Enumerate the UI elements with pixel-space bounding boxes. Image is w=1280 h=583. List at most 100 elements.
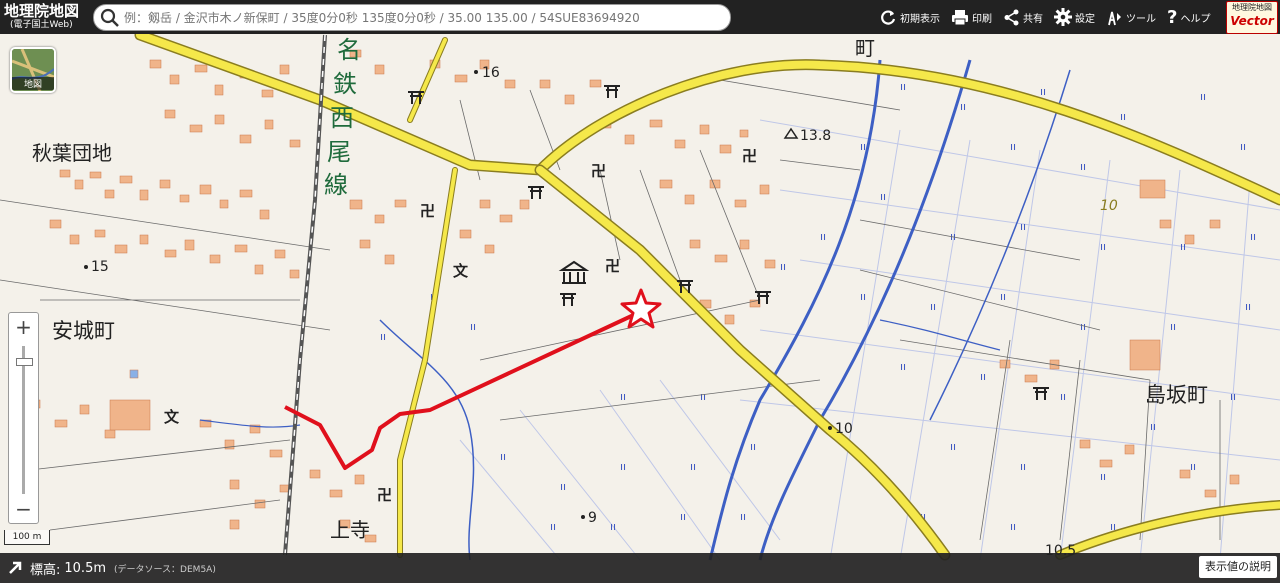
vector-badge-title: 地理院地図 xyxy=(1232,3,1272,12)
zoom-in-button[interactable]: + xyxy=(9,313,38,341)
svg-text:ıı: ıı xyxy=(820,230,826,243)
share-button[interactable]: 共有 xyxy=(1003,9,1043,26)
share-icon xyxy=(1004,9,1019,25)
svg-text:卍: 卍 xyxy=(377,486,392,504)
svg-text:ıı: ıı xyxy=(1245,300,1251,313)
svg-text:ıı: ıı xyxy=(1170,320,1176,333)
spot-height-label: 16 xyxy=(482,65,500,81)
search-input[interactable] xyxy=(121,9,730,26)
value-explanation-button[interactable]: 表示値の説明 xyxy=(1199,556,1277,578)
vector-badge[interactable]: 地理院地図 Vector xyxy=(1226,1,1278,34)
place-label-kamidera: 上寺 xyxy=(330,518,370,542)
svg-text:ıı: ıı xyxy=(610,520,616,533)
svg-text:ıı: ıı xyxy=(860,290,866,303)
toolbar: 初期表示 印刷 共有 設定 ツール ? ヘルプ xyxy=(880,0,1221,34)
search-box xyxy=(93,4,731,31)
svg-text:ıı: ıı xyxy=(900,360,906,373)
svg-text:ıı: ıı xyxy=(1100,470,1106,483)
zoom-out-button[interactable]: − xyxy=(9,495,38,523)
print-label: 印刷 xyxy=(972,13,992,25)
app-subtitle: (電子国土Web) xyxy=(10,20,73,30)
expand-arrow-icon[interactable] xyxy=(8,561,22,575)
app-title: 地理院地図 xyxy=(4,2,80,20)
map-canvas[interactable]: ıı ıı ıı ıı ıı ıı ıı ıı ıı ıı ıı ıı ıı ıı ıı ıı ıı ı… xyxy=(0,0,1280,583)
zoom-control: + − xyxy=(8,312,39,524)
spot-height-point xyxy=(828,426,832,430)
help-button[interactable]: ? ヘルプ xyxy=(1167,7,1210,28)
svg-text:ıı: ıı xyxy=(1020,460,1026,473)
gear-icon xyxy=(1054,8,1072,26)
share-label: 共有 xyxy=(1023,13,1043,25)
svg-text:ıı: ıı xyxy=(750,440,756,453)
svg-text:ıı: ıı xyxy=(1200,90,1206,103)
road-number-label: 10 xyxy=(1100,198,1118,214)
svg-text:ıı: ıı xyxy=(1100,240,1106,253)
svg-text:ıı: ıı xyxy=(1020,220,1026,233)
elevation-value: 10.5m xyxy=(64,560,106,576)
settings-label: 設定 xyxy=(1075,13,1095,25)
app-logo[interactable]: 地理院地図 (電子国土Web) xyxy=(0,4,94,30)
svg-text:ıı: ıı xyxy=(1250,230,1256,243)
svg-text:ıı: ıı xyxy=(690,460,696,473)
svg-text:ıı: ıı xyxy=(1120,110,1126,123)
svg-text:ıı: ıı xyxy=(1240,140,1246,153)
svg-text:ıı: ıı xyxy=(380,330,386,343)
svg-text:ıı: ıı xyxy=(1190,460,1196,473)
svg-text:ıı: ıı xyxy=(700,390,706,403)
header-bar: 地理院地図 (電子国土Web) 初期表示 印刷 xyxy=(0,0,1280,34)
help-icon: ? xyxy=(1167,6,1178,28)
tool-icon xyxy=(1108,11,1121,25)
scale-bar: 100 m xyxy=(4,530,50,545)
footer-bar: 標高: 10.5m (データソース：DEM5A) 表示値の説明 xyxy=(0,553,1280,583)
spot-height-point xyxy=(581,515,585,519)
zoom-slider-handle[interactable] xyxy=(16,358,33,366)
svg-text:ıı: ıı xyxy=(1230,390,1236,403)
svg-text:ıı: ıı xyxy=(960,100,966,113)
svg-text:ıı: ıı xyxy=(470,320,476,333)
reset-view-button[interactable]: 初期表示 xyxy=(880,9,940,26)
data-source-text: (データソース：DEM5A) xyxy=(114,564,216,575)
svg-text:ıı: ıı xyxy=(500,450,506,463)
svg-text:卍: 卍 xyxy=(420,202,435,220)
svg-text:文: 文 xyxy=(164,408,180,426)
spot-height-label: 15 xyxy=(91,259,109,275)
svg-text:卍: 卍 xyxy=(742,147,757,165)
tools-label: ツール xyxy=(1126,13,1156,25)
svg-text:卍: 卍 xyxy=(605,257,620,275)
svg-text:ıı: ıı xyxy=(1010,520,1016,533)
tools-button[interactable]: ツール xyxy=(1106,9,1156,26)
svg-text:ıı: ıı xyxy=(950,440,956,453)
spot-height-point xyxy=(84,265,88,269)
reset-view-label: 初期表示 xyxy=(900,13,940,25)
svg-text:ıı: ıı xyxy=(1040,85,1046,98)
spot-height-point xyxy=(474,70,478,74)
svg-text:ıı: ıı xyxy=(1000,290,1006,303)
svg-text:卍: 卍 xyxy=(591,162,606,180)
help-label: ヘルプ xyxy=(1180,13,1211,25)
rail-label-char: 名 xyxy=(337,36,361,64)
svg-text:ıı: ıı xyxy=(1010,140,1016,153)
place-label-machi: 町 xyxy=(855,36,875,60)
search-icon[interactable] xyxy=(99,7,121,29)
svg-text:ıı: ıı xyxy=(1080,160,1086,173)
spot-height-label: 9 xyxy=(588,510,597,526)
layer-switch-label: 地図 xyxy=(12,77,54,90)
svg-text:ıı: ıı xyxy=(780,260,786,273)
svg-text:ıı: ıı xyxy=(620,460,626,473)
svg-text:ıı: ıı xyxy=(1060,390,1066,403)
spot-height-label: 10 xyxy=(835,421,853,437)
spot-height-label: 13.8 xyxy=(800,128,831,144)
svg-text:ıı: ıı xyxy=(980,370,986,383)
svg-text:ıı: ıı xyxy=(1150,420,1156,433)
settings-button[interactable]: 設定 xyxy=(1054,8,1095,26)
svg-text:ıı: ıı xyxy=(680,510,686,523)
zoom-slider-track[interactable] xyxy=(22,346,25,494)
rail-label-char: 西 xyxy=(330,104,354,132)
svg-text:ıı: ıı xyxy=(550,520,556,533)
rail-label-char: 尾 xyxy=(327,138,351,166)
layer-switch-button[interactable]: 地図 xyxy=(10,47,56,93)
printer-icon xyxy=(952,9,968,25)
print-button[interactable]: 印刷 xyxy=(951,9,992,26)
svg-text:ıı: ıı xyxy=(620,390,626,403)
elevation-label: 標高: xyxy=(30,562,61,578)
